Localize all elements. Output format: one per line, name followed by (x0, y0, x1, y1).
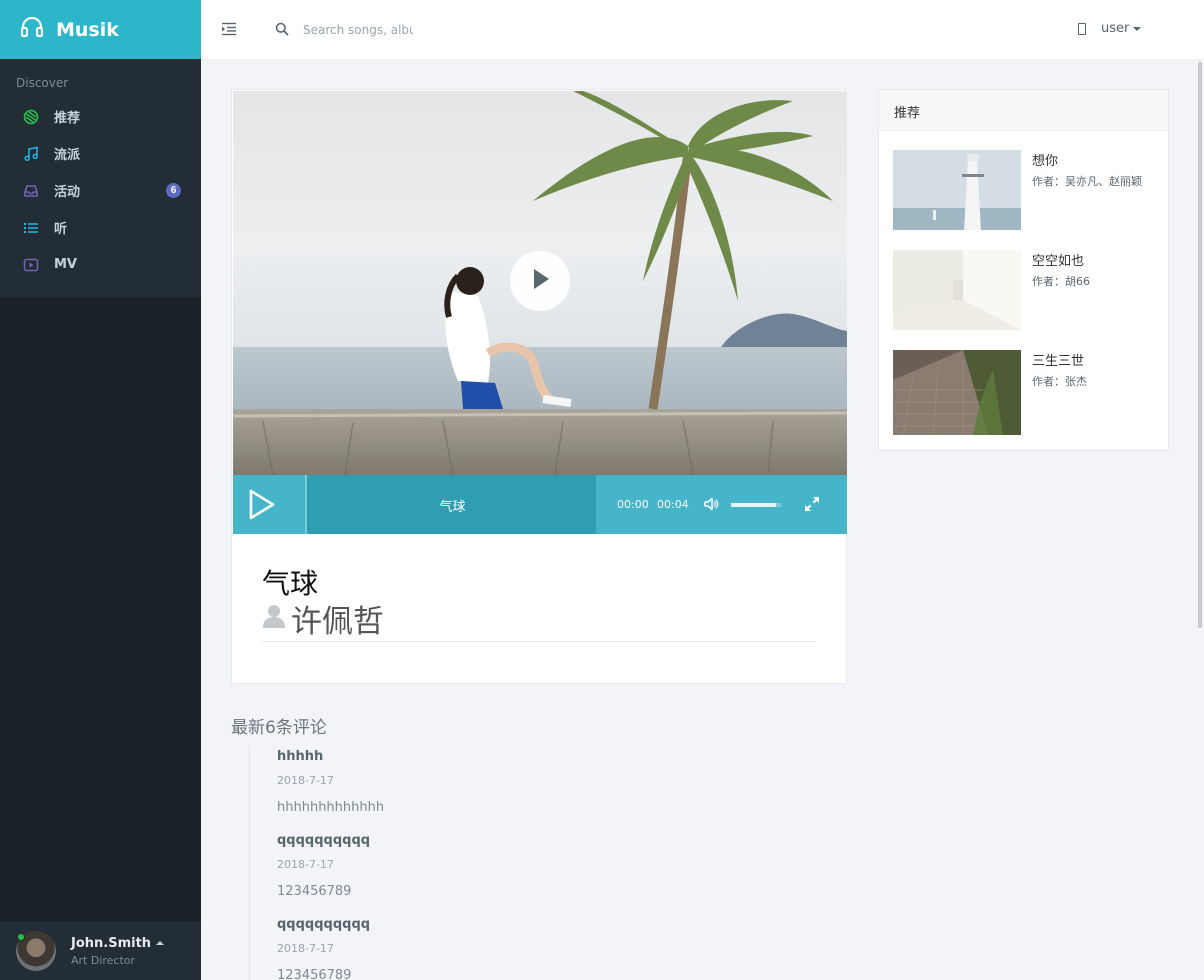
nav-item-recommend[interactable]: 推荐 (0, 98, 201, 135)
comment-text: hhhhhhhhhhhhh (277, 800, 385, 815)
recommend-title[interactable]: 空空如也 (1032, 250, 1084, 269)
comment-user[interactable]: qqqqqqqqqq (277, 833, 370, 848)
recommend-panel-title: 推荐 (879, 90, 1168, 131)
nav-item-label: 推荐 (54, 111, 81, 126)
comments-timeline-rail (249, 745, 250, 980)
scrollbar-thumb[interactable] (1198, 62, 1202, 628)
user-profile[interactable]: John.Smith Art Director (0, 922, 201, 980)
user-menu-label: user (1101, 21, 1130, 36)
music-note-icon (22, 145, 40, 163)
nav-menu: Discover 推荐 流派 活动 6 听 MV (0, 59, 201, 297)
time-current: 00:00 (617, 498, 649, 511)
caret-down-icon (1133, 26, 1142, 31)
nav-item-listen[interactable]: 听 (0, 209, 201, 246)
profile-info: John.Smith Art Director (71, 935, 165, 967)
fullscreen-icon[interactable] (804, 496, 820, 512)
mobile-icon[interactable] (1078, 23, 1086, 35)
player-card: 气球 00:00 00:04 气球 许佩哲 (231, 89, 847, 684)
recommend-author: 作者：胡66 (1032, 275, 1090, 288)
comment-text: 123456789 (277, 884, 352, 899)
recommend-author: 作者：吴亦凡、赵丽颖 (1032, 175, 1142, 188)
artist-name[interactable]: 许佩哲 (291, 596, 384, 641)
recommend-thumbnail[interactable] (893, 150, 1021, 230)
play-button[interactable] (247, 489, 277, 520)
volume-level (731, 503, 776, 507)
play-outline-icon (249, 489, 275, 520)
nav-item-label: 流派 (54, 148, 81, 163)
nav-item-mv[interactable]: MV (0, 246, 201, 283)
search-input[interactable] (303, 20, 413, 40)
video-poster[interactable] (233, 91, 847, 475)
player-controls: 气球 00:00 00:04 (233, 475, 847, 534)
avatar (16, 931, 56, 971)
profile-role: Art Director (71, 953, 136, 967)
garden-path-thumbnail-image (893, 350, 1021, 435)
user-icon (262, 603, 286, 634)
nav-item-genre[interactable]: 流派 (0, 135, 201, 172)
search-icon[interactable] (275, 22, 289, 36)
recommend-icon (22, 108, 40, 126)
divider (262, 641, 816, 642)
comment-item: hhhhh 2018-7-17 hhhhhhhhhhhhh (277, 749, 384, 815)
nav-item-label: 听 (54, 222, 68, 237)
profile-name: John.Smith (71, 935, 152, 951)
comment-text: 123456789 (277, 968, 352, 980)
online-status-dot (17, 933, 25, 941)
list-icon (22, 219, 40, 237)
recommend-panel: 推荐 想你 作者：吴亦凡、赵丽颖 空空如也 作者：胡66 三生三世 作者：张杰 (878, 89, 1169, 451)
progress-bar[interactable]: 气球 (305, 475, 596, 534)
play-icon (527, 266, 553, 297)
comment-date: 2018-7-17 (277, 774, 334, 787)
comment-item: qqqqqqqqqq 2018-7-17 123456789 (277, 917, 370, 980)
caret-up-icon (156, 941, 165, 945)
user-menu[interactable]: user (1101, 21, 1142, 36)
comment-item: qqqqqqqqqq 2018-7-17 123456789 (277, 833, 370, 899)
profile-name-row: John.Smith (71, 935, 165, 951)
recommend-title[interactable]: 想你 (1032, 150, 1058, 169)
recommend-thumbnail[interactable] (893, 350, 1021, 435)
lighthouse-thumbnail-image (893, 150, 1021, 230)
comment-user[interactable]: hhhhh (277, 749, 384, 764)
recommend-author: 作者：张杰 (1032, 375, 1087, 388)
volume-slider[interactable] (731, 503, 781, 507)
comment-date: 2018-7-17 (277, 942, 334, 955)
menu-toggle-icon[interactable] (220, 20, 238, 38)
comments-title: 最新6条评论 (231, 718, 327, 738)
comment-user[interactable]: qqqqqqqqqq (277, 917, 370, 932)
video-icon (22, 256, 40, 274)
headphones-icon (20, 15, 44, 44)
nav-item-events[interactable]: 活动 6 (0, 172, 201, 209)
recommend-title[interactable]: 三生三世 (1032, 350, 1084, 369)
recommend-thumbnail[interactable] (893, 250, 1021, 330)
brand-name: Musik (56, 18, 119, 41)
nav-item-label: MV (54, 257, 77, 272)
nav-header: Discover (16, 76, 69, 90)
nav-item-label: 活动 (54, 185, 81, 200)
video-play-button[interactable] (510, 251, 570, 311)
track-title: 气球 (439, 500, 466, 515)
topbar: user (201, 0, 1204, 59)
brand[interactable]: Musik (0, 0, 201, 59)
comment-date: 2018-7-17 (277, 858, 334, 871)
volume-icon[interactable] (703, 496, 719, 512)
empty-room-thumbnail-image (893, 250, 1021, 330)
inbox-icon (22, 182, 40, 200)
artist-row: 许佩哲 (262, 596, 384, 641)
events-count-badge: 6 (166, 183, 181, 198)
sidebar: Musik Discover 推荐 流派 活动 6 听 MV John.Smit… (0, 0, 201, 980)
time-duration: 00:04 (657, 498, 689, 511)
